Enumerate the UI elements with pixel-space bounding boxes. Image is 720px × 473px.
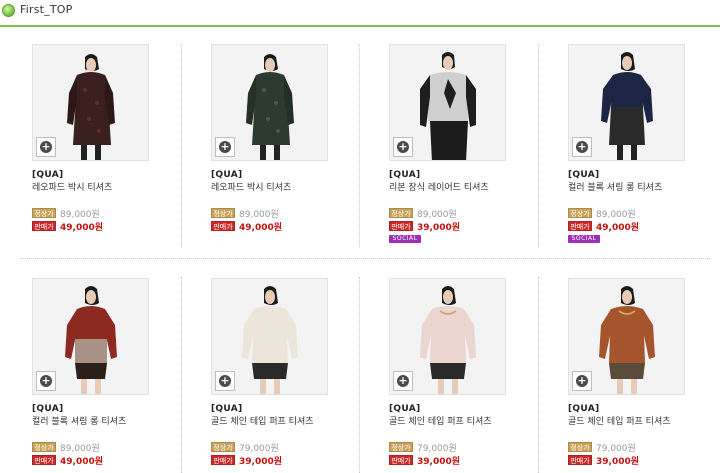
zoom-plus-icon: + xyxy=(40,374,52,387)
product-name[interactable]: 레오파드 박시 티셔츠 xyxy=(32,180,112,193)
product-brand: [QUA] xyxy=(211,404,243,414)
header-divider xyxy=(0,25,720,27)
product-card[interactable]: + [QUA] 레오파드 박시 티셔츠 정상가 89,000원 판매가 49,000… xyxy=(211,44,381,259)
section-title: First_TOP xyxy=(20,3,73,16)
sale-price-tag: 판매가 xyxy=(211,455,235,465)
regular-price: 89,000원 xyxy=(239,209,279,220)
regular-price: 79,000원 xyxy=(417,443,457,454)
sale-price-tag: 판매가 xyxy=(389,455,413,465)
sale-price-tag: 판매가 xyxy=(568,455,592,465)
product-card[interactable]: + [QUA] 컬러 블록 셔링 롱 티셔츠 정상가 89,000원 판매가 49,… xyxy=(568,44,720,259)
social-badge[interactable]: SOCIAL xyxy=(389,235,421,243)
zoom-button[interactable]: + xyxy=(393,371,413,391)
zoom-button[interactable]: + xyxy=(393,137,413,157)
product-name[interactable]: 리본 장식 레이어드 티셔츠 xyxy=(389,180,489,193)
zoom-plus-icon: + xyxy=(576,140,588,153)
regular-price: 89,000원 xyxy=(596,209,636,220)
sale-price: 49,000원 xyxy=(60,456,104,467)
product-brand: [QUA] xyxy=(568,170,600,180)
product-image[interactable]: + xyxy=(568,44,685,161)
regular-price-tag: 정상가 xyxy=(211,442,235,452)
zoom-button[interactable]: + xyxy=(215,137,235,157)
sale-price-tag: 판매가 xyxy=(211,221,235,231)
product-image[interactable]: + xyxy=(389,44,506,161)
regular-price-tag: 정상가 xyxy=(389,442,413,452)
sale-price: 39,000원 xyxy=(239,456,283,467)
sale-price: 39,000원 xyxy=(417,456,461,467)
sale-price: 49,000원 xyxy=(60,222,104,233)
regular-price: 79,000원 xyxy=(596,443,636,454)
zoom-plus-icon: + xyxy=(397,140,409,153)
product-name[interactable]: 골드 체인 테입 퍼프 티셔츠 xyxy=(211,414,314,427)
product-brand: [QUA] xyxy=(389,170,421,180)
product-brand: [QUA] xyxy=(32,404,64,414)
social-badge[interactable]: SOCIAL xyxy=(568,235,600,243)
product-name[interactable]: 컬러 블록 셔링 롱 티셔츠 xyxy=(568,180,662,193)
product-name[interactable]: 골드 체인 테입 퍼프 티셔츠 xyxy=(568,414,671,427)
zoom-plus-icon: + xyxy=(40,140,52,153)
product-brand: [QUA] xyxy=(32,170,64,180)
regular-price: 89,000원 xyxy=(60,209,100,220)
sale-price: 49,000원 xyxy=(596,222,640,233)
regular-price-tag: 정상가 xyxy=(389,208,413,218)
regular-price: 79,000원 xyxy=(239,443,279,454)
zoom-button[interactable]: + xyxy=(36,137,56,157)
product-image[interactable]: + xyxy=(32,44,149,161)
zoom-plus-icon: + xyxy=(576,374,588,387)
sale-price: 49,000원 xyxy=(239,222,283,233)
product-brand: [QUA] xyxy=(568,404,600,414)
zoom-button[interactable]: + xyxy=(215,371,235,391)
product-brand: [QUA] xyxy=(389,404,421,414)
bullet-icon xyxy=(2,4,15,17)
zoom-plus-icon: + xyxy=(219,140,231,153)
product-image[interactable]: + xyxy=(32,278,149,395)
product-card[interactable]: + [QUA] 골드 체인 테입 퍼프 티셔츠 정상가 79,000원 판매가 39… xyxy=(211,278,381,473)
regular-price-tag: 정상가 xyxy=(568,208,592,218)
product-card[interactable]: + [QUA] 골드 체인 테입 퍼프 티셔츠 정상가 79,000원 판매가 39… xyxy=(389,278,559,473)
sale-price-tag: 판매가 xyxy=(568,221,592,231)
product-name[interactable]: 골드 체인 테입 퍼프 티셔츠 xyxy=(389,414,492,427)
zoom-button[interactable]: + xyxy=(36,371,56,391)
zoom-button[interactable]: + xyxy=(572,137,592,157)
regular-price: 89,000원 xyxy=(60,443,100,454)
regular-price-tag: 정상가 xyxy=(32,208,56,218)
product-brand: [QUA] xyxy=(211,170,243,180)
product-image[interactable]: + xyxy=(211,278,328,395)
product-name[interactable]: 컬러 블록 셔링 롱 티셔츠 xyxy=(32,414,126,427)
product-card[interactable]: + [QUA] 컬러 블록 셔링 롱 티셔츠 정상가 89,000원 판매가 49,… xyxy=(32,278,202,473)
product-card[interactable]: + [QUA] 레오파드 박시 티셔츠 정상가 89,000원 판매가 49,000… xyxy=(32,44,202,259)
zoom-plus-icon: + xyxy=(219,374,231,387)
section-header: First_TOP xyxy=(0,0,720,30)
zoom-plus-icon: + xyxy=(397,374,409,387)
sale-price-tag: 판매가 xyxy=(32,221,56,231)
product-image[interactable]: + xyxy=(211,44,328,161)
sale-price: 39,000원 xyxy=(417,222,461,233)
product-image[interactable]: + xyxy=(389,278,506,395)
regular-price-tag: 정상가 xyxy=(211,208,235,218)
regular-price-tag: 정상가 xyxy=(32,442,56,452)
product-card[interactable]: + [QUA] 리본 장식 레이어드 티셔츠 정상가 89,000원 판매가 39,… xyxy=(389,44,559,259)
sale-price: 39,000원 xyxy=(596,456,640,467)
product-card[interactable]: + [QUA] 골드 체인 테입 퍼프 티셔츠 정상가 79,000원 판매가 39… xyxy=(568,278,720,473)
product-name[interactable]: 레오파드 박시 티셔츠 xyxy=(211,180,291,193)
sale-price-tag: 판매가 xyxy=(32,455,56,465)
regular-price: 89,000원 xyxy=(417,209,457,220)
sale-price-tag: 판매가 xyxy=(389,221,413,231)
product-image[interactable]: + xyxy=(568,278,685,395)
regular-price-tag: 정상가 xyxy=(568,442,592,452)
zoom-button[interactable]: + xyxy=(572,371,592,391)
